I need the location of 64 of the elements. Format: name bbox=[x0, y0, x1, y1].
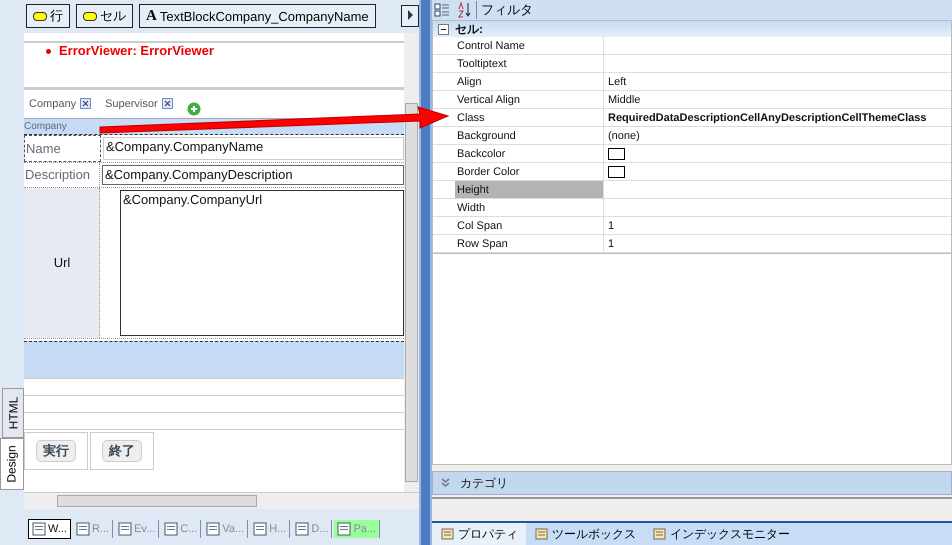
add-icon[interactable] bbox=[186, 102, 201, 116]
list-icon bbox=[434, 2, 450, 18]
property-name[interactable]: Tooltiptext bbox=[455, 55, 604, 72]
toolbar-button[interactable]: A TextBlockCompany_CompanyName bbox=[139, 4, 376, 28]
color-swatch[interactable] bbox=[608, 148, 625, 160]
document-icon bbox=[118, 522, 132, 536]
expand-icon[interactable] bbox=[441, 478, 450, 488]
input-field[interactable]: &Company.CompanyUrl bbox=[120, 190, 404, 336]
document-icon bbox=[164, 522, 178, 536]
section-label: Company bbox=[24, 120, 67, 132]
property-name[interactable]: Row Span bbox=[455, 235, 604, 252]
property-name[interactable]: Align bbox=[455, 73, 604, 90]
panel-icon bbox=[652, 527, 668, 541]
document-icon bbox=[206, 522, 220, 536]
sort-arrow-icon bbox=[456, 2, 472, 18]
property-name[interactable]: Background bbox=[455, 127, 604, 144]
panel-icon bbox=[534, 527, 550, 541]
field-label[interactable]: Url bbox=[24, 188, 100, 338]
input-field[interactable]: &Company.CompanyDescription bbox=[102, 164, 404, 185]
property-name[interactable]: Border Color bbox=[455, 163, 604, 180]
horizontal-scrollbar[interactable] bbox=[24, 492, 419, 510]
document-icon bbox=[295, 522, 310, 536]
view-tab[interactable]: Design bbox=[0, 438, 24, 490]
property-value: (none) bbox=[608, 130, 640, 142]
property-name[interactable]: Width bbox=[455, 199, 604, 216]
vertical-scrollbar[interactable] bbox=[404, 32, 419, 492]
property-value: 1 bbox=[608, 220, 614, 232]
color-swatch[interactable] bbox=[608, 166, 625, 178]
property-value: Left bbox=[608, 76, 626, 88]
action-button[interactable]: 実行 bbox=[36, 440, 76, 462]
property-name[interactable]: Backcolor bbox=[455, 145, 604, 162]
view-tab[interactable]: HTML bbox=[2, 388, 24, 438]
collapse-icon[interactable] bbox=[438, 24, 449, 34]
property-value: RequiredDataDescriptionCellAnyDescriptionCellThemeClass bbox=[608, 112, 926, 124]
toolbar-button[interactable]: 行 bbox=[26, 4, 70, 28]
field-label[interactable]: Name bbox=[24, 134, 101, 162]
document-icon bbox=[337, 522, 352, 536]
input-field[interactable]: &Company.CompanyName bbox=[103, 136, 404, 160]
action-button[interactable]: 終了 bbox=[102, 440, 142, 462]
panel-tab[interactable]: プロパティ bbox=[432, 523, 526, 545]
field-label[interactable]: Description bbox=[24, 162, 100, 187]
panel-tab[interactable]: インデックスモニター bbox=[644, 523, 798, 545]
document-icon bbox=[32, 522, 46, 536]
property-name[interactable]: Class bbox=[455, 109, 604, 126]
close-icon[interactable] bbox=[162, 98, 173, 110]
close-icon[interactable] bbox=[80, 98, 92, 110]
document-icon bbox=[253, 522, 268, 536]
scroll-right-button[interactable] bbox=[401, 5, 419, 28]
toolbar-button[interactable]: セル bbox=[76, 4, 133, 28]
tab-label[interactable]: Company bbox=[29, 98, 76, 110]
property-name[interactable]: Control Name bbox=[455, 37, 604, 54]
panel-icon bbox=[440, 527, 456, 541]
property-name[interactable]: Vertical Align bbox=[455, 91, 604, 108]
panel-tab[interactable]: ツールボックス bbox=[526, 523, 644, 545]
document-tab[interactable]: W... bbox=[28, 519, 71, 540]
tab-label[interactable]: Supervisor bbox=[105, 98, 158, 110]
property-value: 1 bbox=[608, 238, 614, 250]
error-viewer-text: ErrorViewer: ErrorViewer bbox=[59, 42, 214, 58]
property-value: Middle bbox=[608, 94, 640, 106]
document-icon bbox=[76, 522, 90, 536]
category-bar-label: カテゴリ bbox=[460, 474, 508, 492]
property-name[interactable]: Height bbox=[455, 181, 604, 198]
property-name[interactable]: Col Span bbox=[455, 217, 604, 234]
category-header: セル: bbox=[455, 20, 483, 38]
